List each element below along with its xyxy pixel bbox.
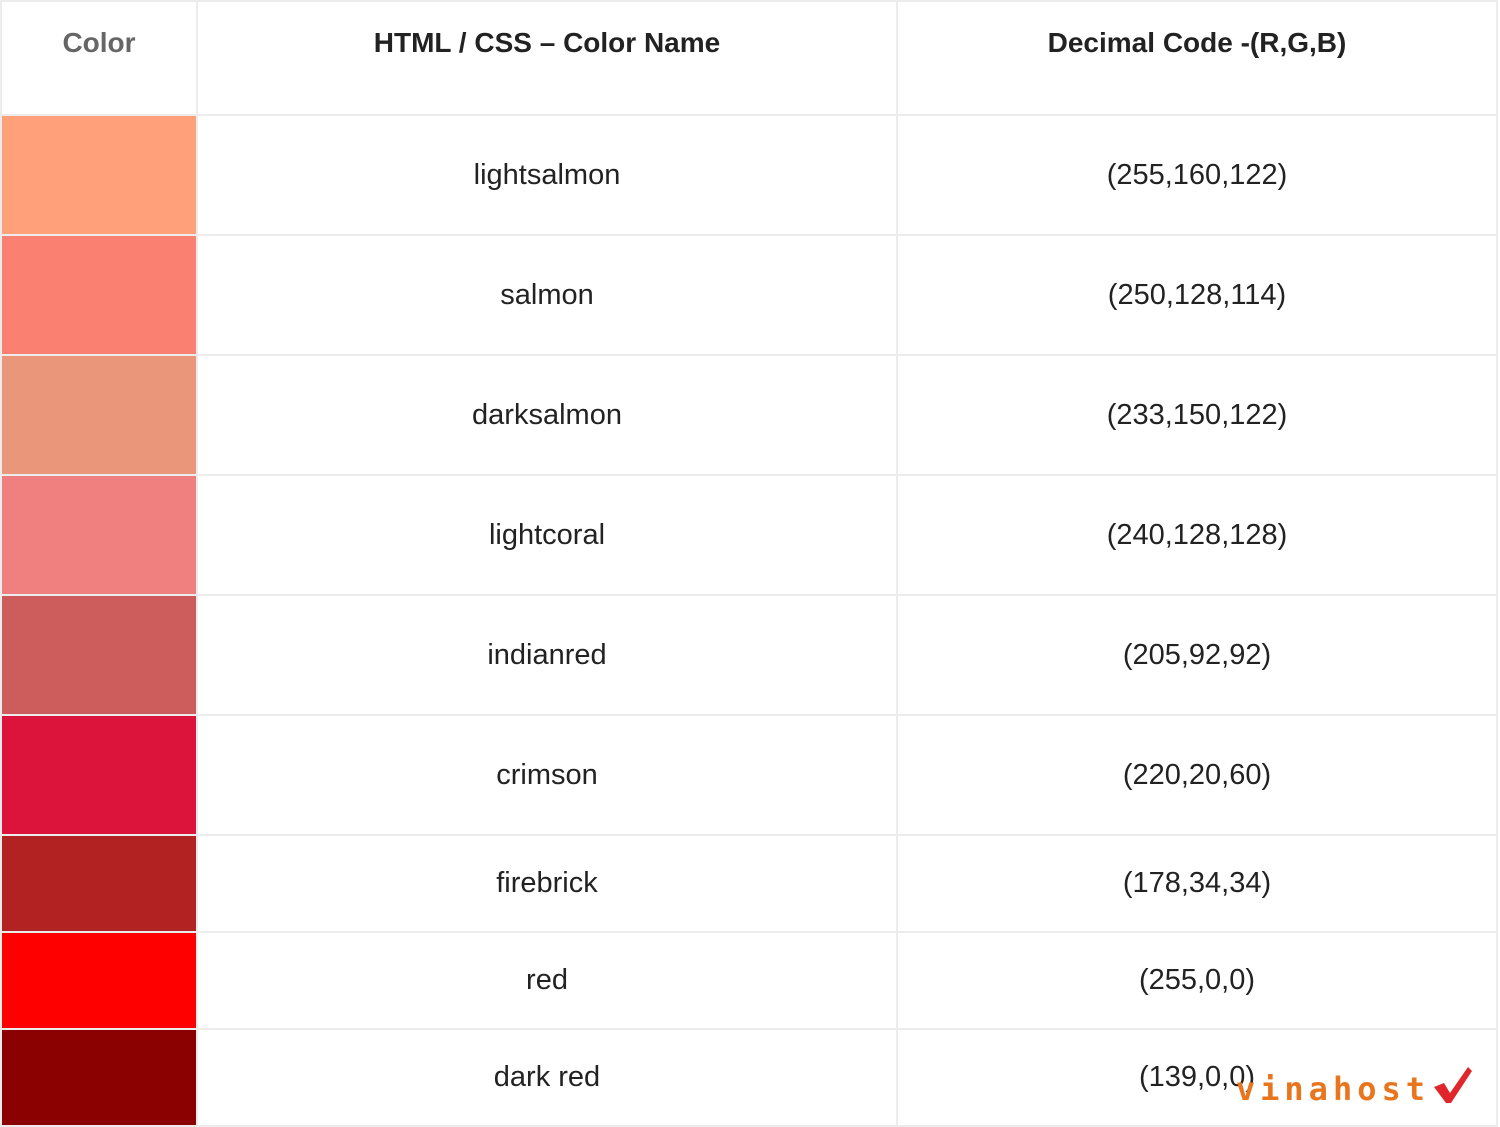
table-row: firebrick (178,34,34)	[0, 834, 1498, 933]
swatch-cell	[0, 1028, 198, 1127]
color-name: indianred	[196, 594, 898, 716]
color-swatch	[2, 933, 196, 1028]
color-swatch	[2, 596, 196, 714]
color-name: darksalmon	[196, 354, 898, 476]
color-name: salmon	[196, 234, 898, 356]
vinahost-watermark: vinahost	[1236, 1065, 1474, 1105]
decimal-code: (255,160,122)	[896, 114, 1498, 236]
swatch-cell	[0, 114, 198, 236]
color-swatch	[2, 716, 196, 834]
header-color: Color	[0, 0, 198, 116]
swatch-cell	[0, 834, 198, 933]
header-decimal-code: Decimal Code -(R,G,B)	[896, 0, 1498, 116]
color-table: Color HTML / CSS – Color Name Decimal Co…	[0, 0, 1498, 1127]
table-row: salmon (250,128,114)	[0, 234, 1498, 356]
decimal-code: (178,34,34)	[896, 834, 1498, 933]
swatch-cell	[0, 931, 198, 1030]
color-swatch	[2, 1030, 196, 1125]
swatch-cell	[0, 594, 198, 716]
table-row: indianred (205,92,92)	[0, 594, 1498, 716]
checkmark-shape	[1434, 1067, 1472, 1103]
color-swatch	[2, 476, 196, 594]
color-name: dark red	[196, 1028, 898, 1127]
table-row: crimson (220,20,60)	[0, 714, 1498, 836]
color-name: firebrick	[196, 834, 898, 933]
color-name: red	[196, 931, 898, 1030]
table-row: dark red (139,0,0) vinahost	[0, 1028, 1498, 1127]
decimal-code-cell: (139,0,0) vinahost	[896, 1028, 1498, 1127]
checkmark-icon	[1434, 1067, 1472, 1103]
table-row: darksalmon (233,150,122)	[0, 354, 1498, 476]
color-swatch	[2, 356, 196, 474]
decimal-code: (205,92,92)	[896, 594, 1498, 716]
swatch-cell	[0, 714, 198, 836]
color-swatch	[2, 836, 196, 931]
decimal-code: (220,20,60)	[896, 714, 1498, 836]
color-name: lightcoral	[196, 474, 898, 596]
watermark-text: vinahost	[1235, 1070, 1430, 1108]
swatch-cell	[0, 234, 198, 356]
decimal-code: (240,128,128)	[896, 474, 1498, 596]
color-name: lightsalmon	[196, 114, 898, 236]
header-row: Color HTML / CSS – Color Name Decimal Co…	[0, 0, 1498, 116]
decimal-code: (255,0,0)	[896, 931, 1498, 1030]
table-row: lightsalmon (255,160,122)	[0, 114, 1498, 236]
decimal-code: (233,150,122)	[896, 354, 1498, 476]
swatch-cell	[0, 354, 198, 476]
table-row: red (255,0,0)	[0, 931, 1498, 1030]
color-name: crimson	[196, 714, 898, 836]
table-row: lightcoral (240,128,128)	[0, 474, 1498, 596]
color-swatch	[2, 236, 196, 354]
swatch-cell	[0, 474, 198, 596]
decimal-code: (250,128,114)	[896, 234, 1498, 356]
color-swatch	[2, 116, 196, 234]
header-color-name: HTML / CSS – Color Name	[196, 0, 898, 116]
